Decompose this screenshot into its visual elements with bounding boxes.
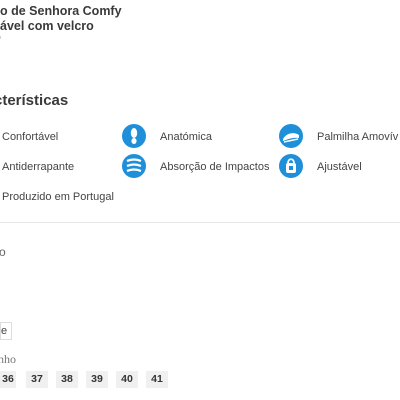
product-title-line-1: o de Senhora Comfy — [0, 4, 122, 18]
feature-label-adjustable: Ajustável — [317, 161, 362, 173]
feature-label-non-slip: Antiderrapante — [2, 161, 75, 173]
insole-icon — [279, 124, 303, 148]
option-label-fragment: o — [0, 245, 6, 259]
shock-absorption-icon — [122, 154, 146, 178]
size-option-36[interactable]: 36 — [0, 371, 16, 388]
size-option-39[interactable]: 39 — [86, 371, 108, 388]
feature-label-removable-insole: Palmilha Amovív — [317, 131, 399, 143]
feature-label-shock-absorption: Absorção de Impactos — [160, 161, 270, 173]
option-selected-value[interactable]: e — [0, 322, 12, 340]
section-divider — [0, 222, 400, 223]
foot-sole-icon — [122, 124, 146, 148]
product-title-line-2: ável com velcro — [0, 19, 94, 33]
size-label: nho — [0, 352, 16, 366]
features-section-title: cterísticas — [0, 92, 69, 109]
size-option-40[interactable]: 40 — [116, 371, 138, 388]
size-option-41[interactable]: 41 — [146, 371, 168, 388]
size-option-37[interactable]: 37 — [26, 371, 48, 388]
product-subtitle-fragment: / — [0, 36, 1, 47]
feature-label-comfortable: Confortável — [2, 131, 59, 143]
size-option-38[interactable]: 38 — [56, 371, 78, 388]
feature-label-anatomical: Anatómica — [160, 131, 212, 143]
feature-label-made-in-portugal: Produzido em Portugal — [2, 191, 114, 203]
adjustable-icon — [279, 154, 303, 178]
